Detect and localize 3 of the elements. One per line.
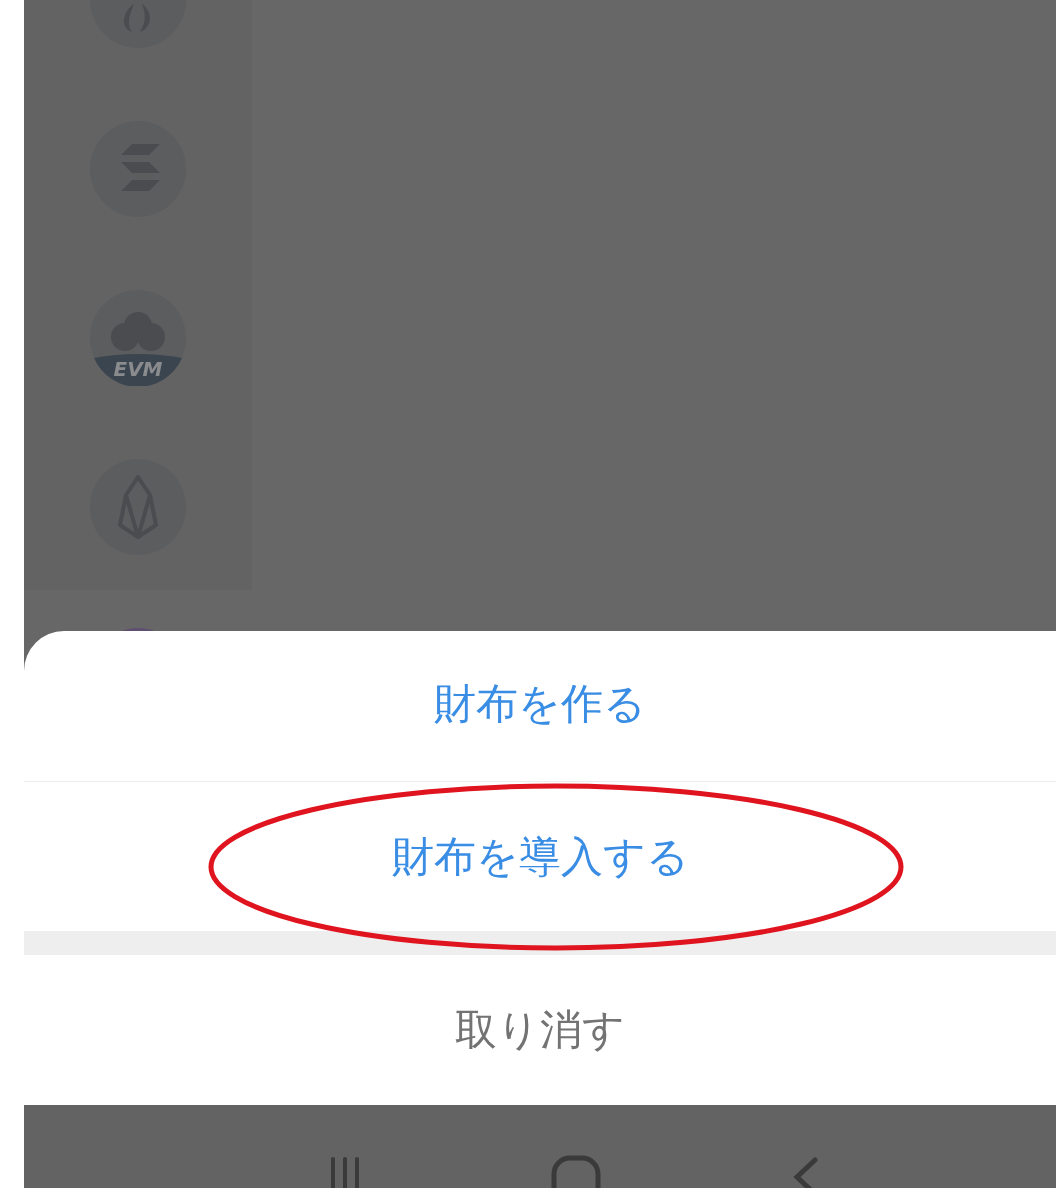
cancel-button[interactable]: 取り消す bbox=[439, 994, 641, 1067]
sheet-option[interactable]: 財布を作る bbox=[418, 667, 662, 740]
evm-logo-icon[interactable]: EVM bbox=[90, 290, 186, 386]
